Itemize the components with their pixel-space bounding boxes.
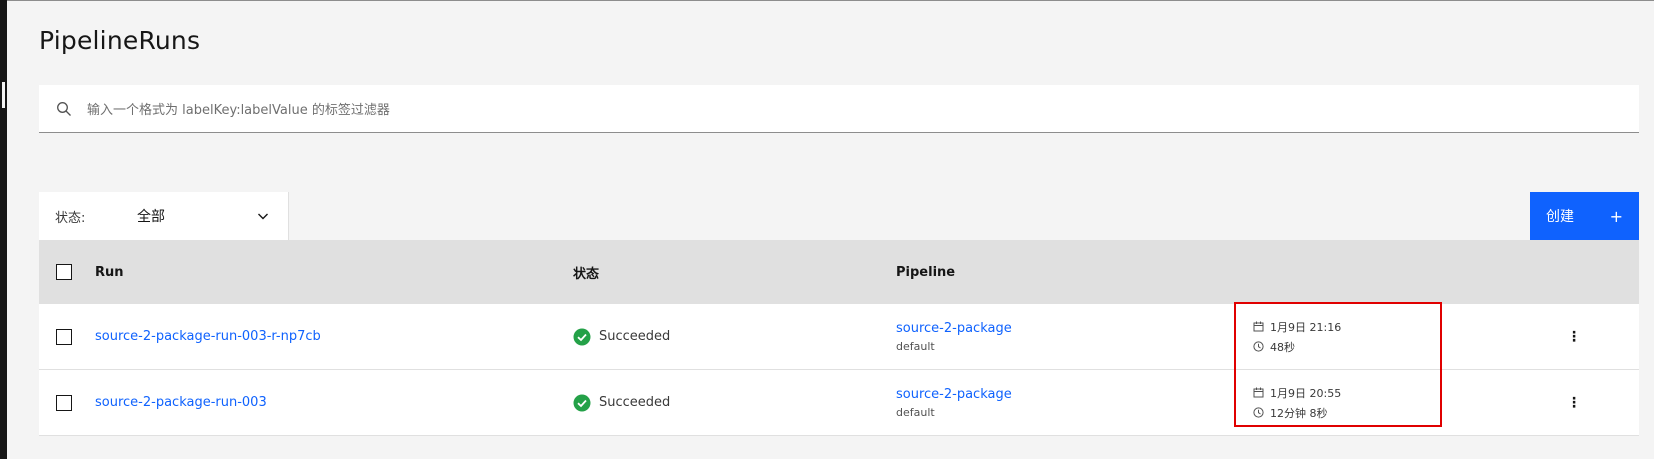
create-button[interactable]: 创建 + (1530, 192, 1639, 240)
plus-icon: + (1609, 206, 1623, 226)
clock-icon (1253, 341, 1264, 352)
status-text: Succeeded (599, 395, 671, 410)
create-button-label: 创建 (1546, 209, 1574, 225)
column-header-pipeline[interactable]: Pipeline (896, 265, 955, 280)
overflow-menu-icon[interactable]: ⋮ (1567, 329, 1581, 345)
row-checkbox[interactable] (56, 394, 72, 411)
left-nav-rail (0, 0, 7, 459)
top-divider (0, 0, 1654, 1)
search-input[interactable]: 输入一个格式为 labelKey:labelValue 的标签过滤器 (87, 99, 390, 118)
calendar-icon (1253, 321, 1264, 332)
status-filter-label: 状态: (55, 210, 86, 226)
row-checkbox[interactable] (56, 328, 72, 345)
table-header: Run 状态 Pipeline (39, 240, 1639, 304)
table-row: source-2-package-run-003 Succeeded sourc… (39, 370, 1639, 436)
namespace-label: default (896, 339, 935, 353)
overflow-menu-icon[interactable]: ⋮ (1567, 395, 1581, 411)
nav-toggle[interactable] (0, 80, 7, 110)
search-icon (57, 101, 71, 116)
namespace-label: default (896, 405, 935, 419)
calendar-icon (1253, 387, 1264, 398)
label-filter-search[interactable]: 输入一个格式为 labelKey:labelValue 的标签过滤器 (39, 85, 1639, 133)
start-time: 1月9日 20:55 (1270, 386, 1342, 400)
column-header-status[interactable]: 状态 (573, 263, 599, 282)
duration: 12分钟 8秒 (1270, 406, 1328, 420)
table-row: source-2-package-run-003-r-np7cb Succeed… (39, 304, 1639, 370)
run-link[interactable]: source-2-package-run-003 (95, 395, 267, 410)
chevron-down-icon[interactable] (255, 208, 271, 224)
column-header-run[interactable]: Run (95, 265, 124, 280)
status-filter-value[interactable]: 全部 (137, 206, 255, 226)
clock-icon (1253, 407, 1264, 418)
pipelineruns-table: Run 状态 Pipeline source-2-package-run-003… (39, 240, 1639, 436)
status-filter-dropdown[interactable]: 状态: 全部 (39, 192, 289, 240)
page-title: PipelineRuns (39, 26, 201, 55)
status-badge: Succeeded (573, 328, 670, 346)
start-time: 1月9日 21:16 (1270, 320, 1342, 334)
success-check-icon (573, 328, 591, 345)
success-check-icon (573, 394, 591, 411)
pipeline-link[interactable]: source-2-package (896, 321, 1012, 336)
pipeline-link[interactable]: source-2-package (896, 387, 1012, 402)
select-all-checkbox[interactable] (56, 264, 72, 280)
run-link[interactable]: source-2-package-run-003-r-np7cb (95, 329, 321, 344)
duration: 48秒 (1270, 340, 1295, 354)
status-text: Succeeded (599, 329, 671, 344)
status-badge: Succeeded (573, 394, 670, 412)
